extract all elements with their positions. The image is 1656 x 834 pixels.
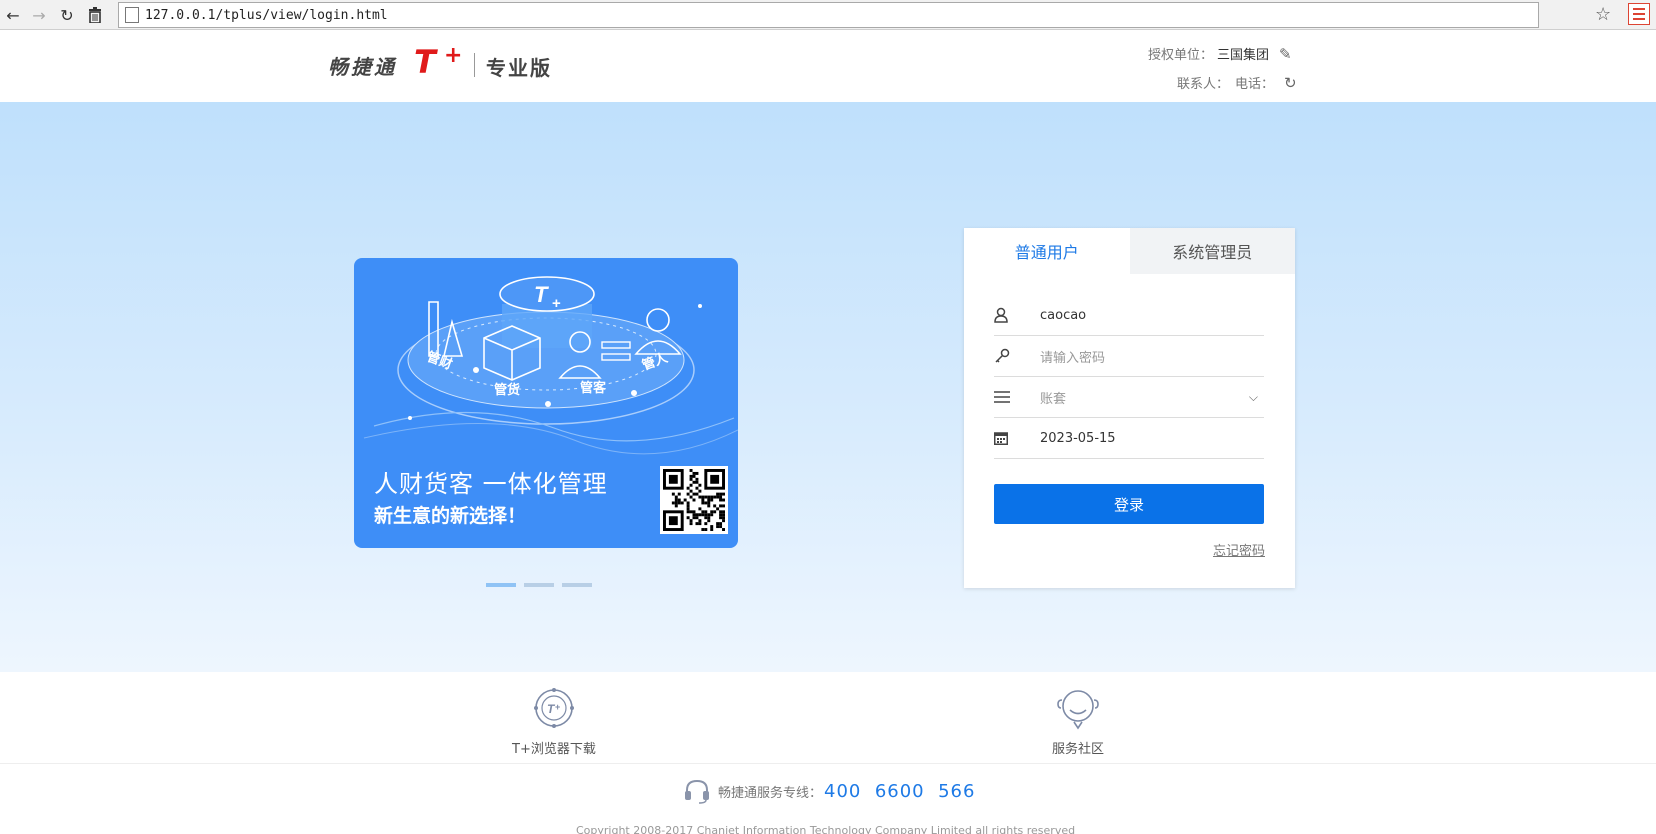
password-field[interactable]: 请输入密码 [994,336,1264,377]
page-icon [125,7,139,23]
auth-label: 授权单位： [1148,48,1214,63]
browser-toolbar: ← → ↻ 127.0.0.1/tplus/view/login.html ☆ [0,0,1656,30]
account-select-value[interactable]: 账套 [1040,388,1249,407]
hamburger-menu-icon[interactable] [1628,3,1650,25]
login-card: 普通用户 系统管理员 caocao 请输入密码 账套 ⌵ 2023-05-15 … [964,228,1295,588]
auth-value: 三国集团 [1217,48,1270,63]
tab-system-admin[interactable]: 系统管理员 [1129,228,1295,274]
hotline-label: 畅捷通服务专线： [718,785,823,801]
banner-subline: 新生意的新选择！ [374,505,527,527]
promo-banner[interactable]: T + 管财 管货 管客 管人 人财货客 一体化管理 新生意的新选择！ [354,258,738,548]
trash-icon[interactable] [84,4,106,26]
address-url[interactable]: 127.0.0.1/tplus/view/login.html [145,8,388,23]
login-tabs: 普通用户 系统管理员 [964,228,1295,274]
phone-label: 电话： [1235,77,1275,92]
contact-label: 联系人： [1177,77,1230,92]
carousel-dots [486,583,592,587]
logo-text: 畅捷通 [328,55,397,79]
key-icon [994,348,1022,364]
star-icon[interactable]: ☆ [1595,4,1611,25]
username-field[interactable]: caocao [994,295,1264,336]
edit-icon[interactable]: ✎ [1279,45,1292,63]
back-arrow-icon[interactable]: ← [2,4,24,26]
contact-row: 联系人： 电话： ↻ [1177,73,1297,93]
headset-icon [685,779,709,804]
tab-normal-user[interactable]: 普通用户 [964,228,1130,274]
list-icon [994,390,1022,404]
account-select[interactable]: 账套 ⌵ [994,377,1264,418]
edition-label: 专业版 [486,56,552,80]
address-bar[interactable]: 127.0.0.1/tplus/view/login.html [118,2,1539,28]
browser-download-icon: T + [533,688,574,728]
chevron-down-icon[interactable]: ⌵ [1249,390,1258,405]
login-button[interactable]: 登录 [994,484,1264,524]
browser-download-link[interactable]: T + T+浏览器下载 [512,686,596,757]
svg-text:T: T [534,282,549,307]
platform-illustration: T + 管财 管货 管客 管人 [363,276,738,455]
forgot-password-link[interactable]: 忘记密码 [1213,540,1265,559]
service-community-icon [1057,690,1099,730]
copyright-text: Copyright 2008-2017 Chanjet Information … [576,824,1076,834]
logo-divider [474,53,475,77]
hotline-number: 400 6600 566 [824,780,976,802]
username-input[interactable]: caocao [1040,308,1264,323]
svg-text:+: + [552,295,561,312]
hotline: 畅捷通服务专线： 400 6600 566 [684,778,975,804]
art-label-goods: 管货 [494,382,520,398]
page-footer: 畅捷通服务专线： 400 6600 566 Copyright 2008-201… [0,764,1656,834]
browser-download-label[interactable]: T+浏览器下载 [512,738,596,757]
carousel-dot[interactable] [562,583,592,587]
refresh-icon[interactable]: ↻ [1284,74,1297,92]
art-label-customer: 管客 [580,380,607,396]
banner-headline: 人财货客 一体化管理 [374,470,608,498]
calendar-icon [994,431,1022,445]
carousel-dot[interactable] [524,583,554,587]
qr-code-icon [660,466,728,534]
carousel-dot[interactable] [486,583,516,587]
user-icon [994,307,1022,323]
date-input[interactable]: 2023-05-15 [1040,431,1264,446]
hero-section: T + 管财 管货 管客 管人 人财货客 一体化管理 新生意的新选择！ 普通用户… [0,102,1656,672]
logo-t: T [414,43,436,81]
logo-plus: + [444,43,463,68]
auth-unit-row: 授权单位： 三国集团 ✎ [1148,44,1292,64]
page-header: 畅捷通 T + 专业版 授权单位： 三国集团 ✎ 联系人： 电话： ↻ [0,31,1656,102]
date-field[interactable]: 2023-05-15 [994,418,1264,459]
forward-arrow-icon[interactable]: → [28,4,50,26]
service-community-label[interactable]: 服务社区 [1052,738,1104,757]
service-community-link[interactable]: 服务社区 [1052,686,1104,757]
svg-text:+: + [555,702,560,712]
reload-icon[interactable]: ↻ [56,4,78,26]
password-input[interactable]: 请输入密码 [1040,347,1264,366]
quick-links: T + T+浏览器下载 服务社区 [0,672,1656,764]
